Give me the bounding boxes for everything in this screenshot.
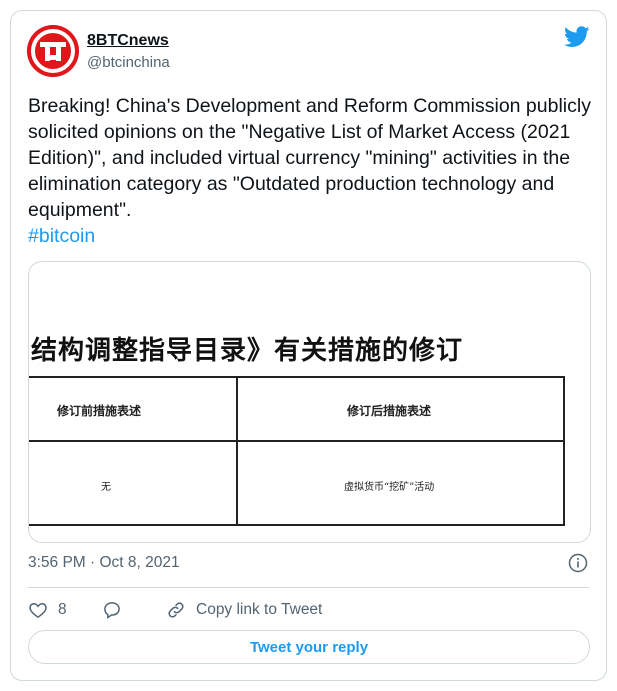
8btc-logo-icon [27,25,79,77]
tweet-your-reply-button[interactable]: Tweet your reply [28,630,590,664]
table-cell-left: 无 [101,482,111,493]
copy-link-button[interactable]: Copy link to Tweet [166,595,322,625]
action-bar: 8 Copy link to Tweet [28,595,588,625]
table-divider-vertical [236,378,238,524]
like-button[interactable]: 8 [28,595,67,625]
tweet-body: Breaking! China's Development and Reform… [28,95,591,221]
table-cell-right: 虚拟货币“挖矿”活动 [344,482,435,493]
hashtag-link[interactable]: #bitcoin [28,223,593,249]
tweet-text: Breaking! China's Development and Reform… [28,93,593,249]
doc-table: 修订前措施表述 修订后措施表述 无 虚拟货币“挖矿”活动 [29,376,565,526]
tweet-card: 8BTCnews @btcinchina Breaking! China's D… [10,10,607,681]
like-count: 8 [58,601,67,618]
link-icon [168,602,184,618]
doc-title: 结构调整指导目录》有关措施的修订 [31,336,464,366]
heart-icon [29,602,47,618]
author-name[interactable]: 8BTCnews [87,32,169,50]
table-divider-horizontal [29,440,563,442]
author-handle[interactable]: @btcinchina [87,54,170,71]
table-header-left: 修订前措施表述 [57,404,142,418]
tweet-timestamp[interactable]: 3:56 PM · Oct 8, 2021 [28,554,180,572]
speech-bubble-icon [104,602,120,619]
divider [28,587,589,588]
reply-button[interactable] [102,595,122,625]
avatar[interactable] [27,25,79,77]
twitter-bird-icon[interactable] [564,26,590,48]
table-header-right: 修订后措施表述 [347,404,432,418]
info-icon[interactable] [568,553,588,573]
tweet-image[interactable]: 结构调整指导目录》有关措施的修订 修订前措施表述 修订后措施表述 无 虚拟货币“… [28,261,591,543]
copy-link-label: Copy link to Tweet [196,601,323,618]
